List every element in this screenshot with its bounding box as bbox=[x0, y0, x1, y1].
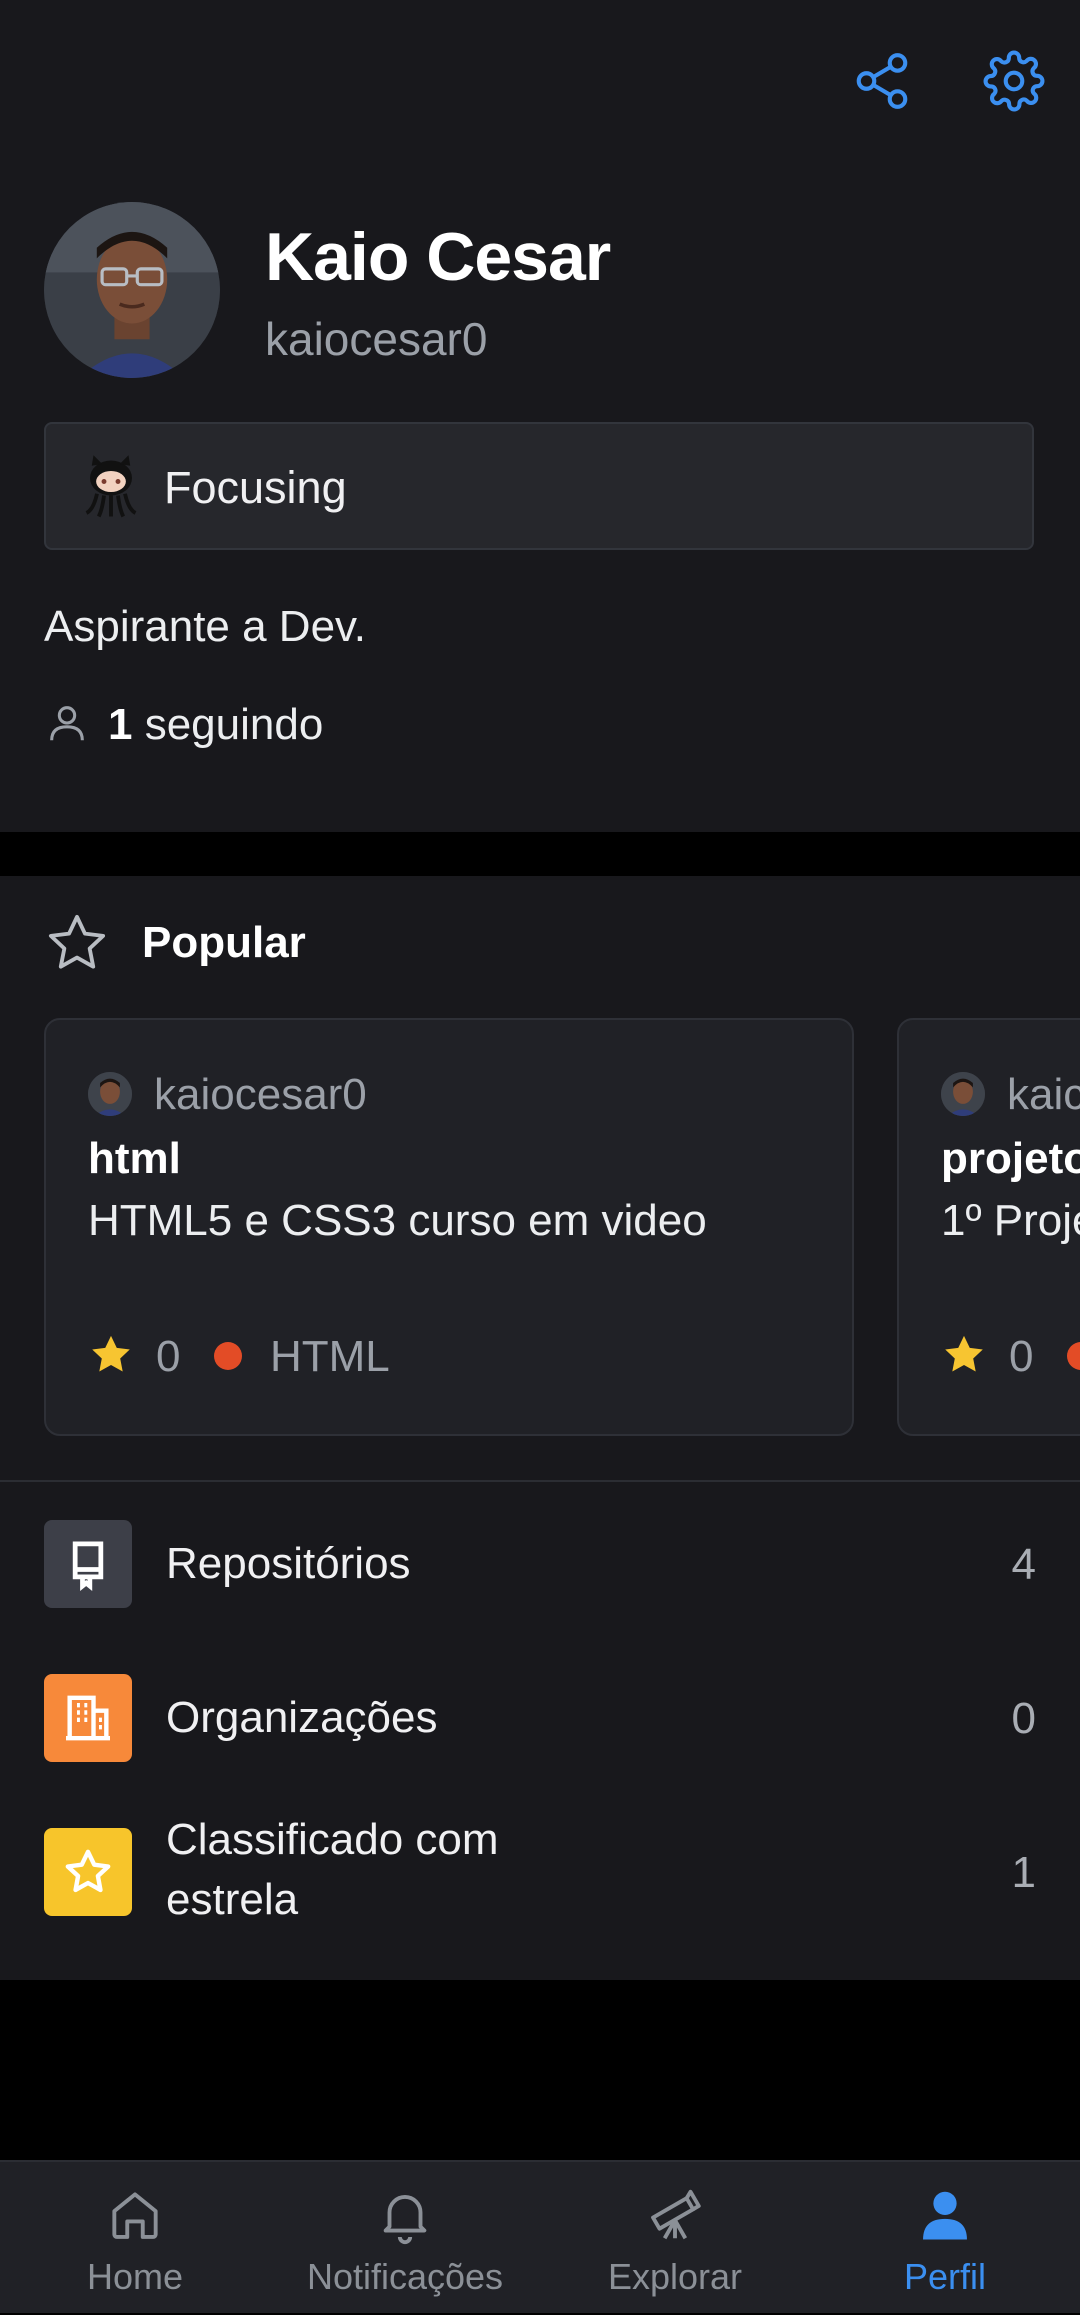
menu-item-repositories[interactable]: Repositórios 4 bbox=[0, 1482, 1080, 1632]
nav-label: Perfil bbox=[903, 2256, 987, 2297]
home-icon bbox=[112, 2192, 158, 2239]
telescope-icon bbox=[651, 2189, 701, 2240]
card-description: 1º Proje bbox=[941, 1196, 1080, 1245]
profile-bio: Aspirante a Dev. bbox=[44, 602, 367, 651]
popular-repo-card[interactable]: kaiocesar0 html HTML5 e CSS3 curso em vi… bbox=[44, 1018, 854, 1436]
organization-icon bbox=[44, 1674, 132, 1762]
popular-section: Popular kaiocesar0 html HTML5 e CSS3 cur… bbox=[0, 876, 1080, 1980]
owner-avatar bbox=[88, 1072, 132, 1116]
following-label: seguindo bbox=[132, 700, 324, 749]
profile-name: Kaio Cesar bbox=[265, 219, 611, 295]
profile-login: kaiocesar0 bbox=[265, 313, 488, 365]
nav-label: Explorar bbox=[607, 2256, 743, 2297]
star-filled-icon bbox=[945, 1335, 983, 1372]
status-box[interactable]: Focusing bbox=[44, 422, 1034, 550]
nav-label: Notificações bbox=[306, 2256, 504, 2297]
nav-explore[interactable]: Explorar bbox=[540, 2162, 810, 2315]
share-icon[interactable] bbox=[851, 50, 913, 112]
following-link[interactable]: 1 seguindo bbox=[108, 700, 323, 750]
card-star-count: 0 bbox=[1009, 1332, 1034, 1381]
menu-item-starred[interactable]: Classificado com estrela 1 bbox=[0, 1790, 1080, 1966]
octocat-icon bbox=[85, 455, 137, 518]
menu-count: 4 bbox=[1011, 1540, 1036, 1589]
language-color-dot bbox=[214, 1342, 242, 1370]
person-icon bbox=[923, 2191, 967, 2240]
person-icon bbox=[50, 706, 84, 741]
card-repo-name: html bbox=[88, 1134, 181, 1183]
star-outline-icon bbox=[48, 914, 106, 969]
bell-icon bbox=[383, 2195, 427, 2244]
star-icon bbox=[44, 1828, 132, 1916]
popular-title: Popular bbox=[142, 918, 306, 967]
card-description: HTML5 e CSS3 curso em video bbox=[88, 1196, 707, 1245]
card-owner: kaic bbox=[1007, 1070, 1080, 1119]
status-text: Focusing bbox=[164, 462, 347, 513]
card-star-count: 0 bbox=[156, 1332, 181, 1381]
profile-header: Kaio Cesar kaiocesar0 Focusing Aspirante… bbox=[0, 0, 1080, 832]
nav-notifications[interactable]: Notificações bbox=[270, 2162, 540, 2315]
card-repo-name: projeto bbox=[941, 1134, 1080, 1183]
menu-item-organizations[interactable]: Organizações 0 bbox=[0, 1636, 1080, 1786]
nav-home[interactable]: Home bbox=[0, 2162, 270, 2315]
menu-label: Classificado com estrela bbox=[166, 1815, 499, 1924]
nav-profile[interactable]: Perfil bbox=[810, 2162, 1080, 2315]
language-color-dot bbox=[1067, 1342, 1080, 1370]
avatar[interactable] bbox=[44, 202, 220, 378]
bottom-nav: Home Notificações Explorar Perfil bbox=[0, 2160, 1080, 2313]
menu-count: 1 bbox=[1011, 1848, 1036, 1897]
card-owner: kaiocesar0 bbox=[154, 1070, 367, 1119]
menu-count: 0 bbox=[1011, 1694, 1036, 1743]
menu-label: Repositórios bbox=[166, 1539, 411, 1588]
card-language: HTML bbox=[270, 1332, 390, 1381]
following-count: 1 bbox=[108, 700, 133, 749]
popular-repo-card[interactable]: kaic projeto 1º Proje 0 bbox=[897, 1018, 1080, 1436]
repo-icon bbox=[44, 1520, 132, 1608]
gear-icon[interactable] bbox=[983, 50, 1045, 112]
owner-avatar bbox=[941, 1072, 985, 1116]
menu-label: Organizações bbox=[166, 1693, 438, 1742]
nav-label: Home bbox=[86, 2256, 184, 2297]
star-filled-icon bbox=[92, 1335, 130, 1372]
